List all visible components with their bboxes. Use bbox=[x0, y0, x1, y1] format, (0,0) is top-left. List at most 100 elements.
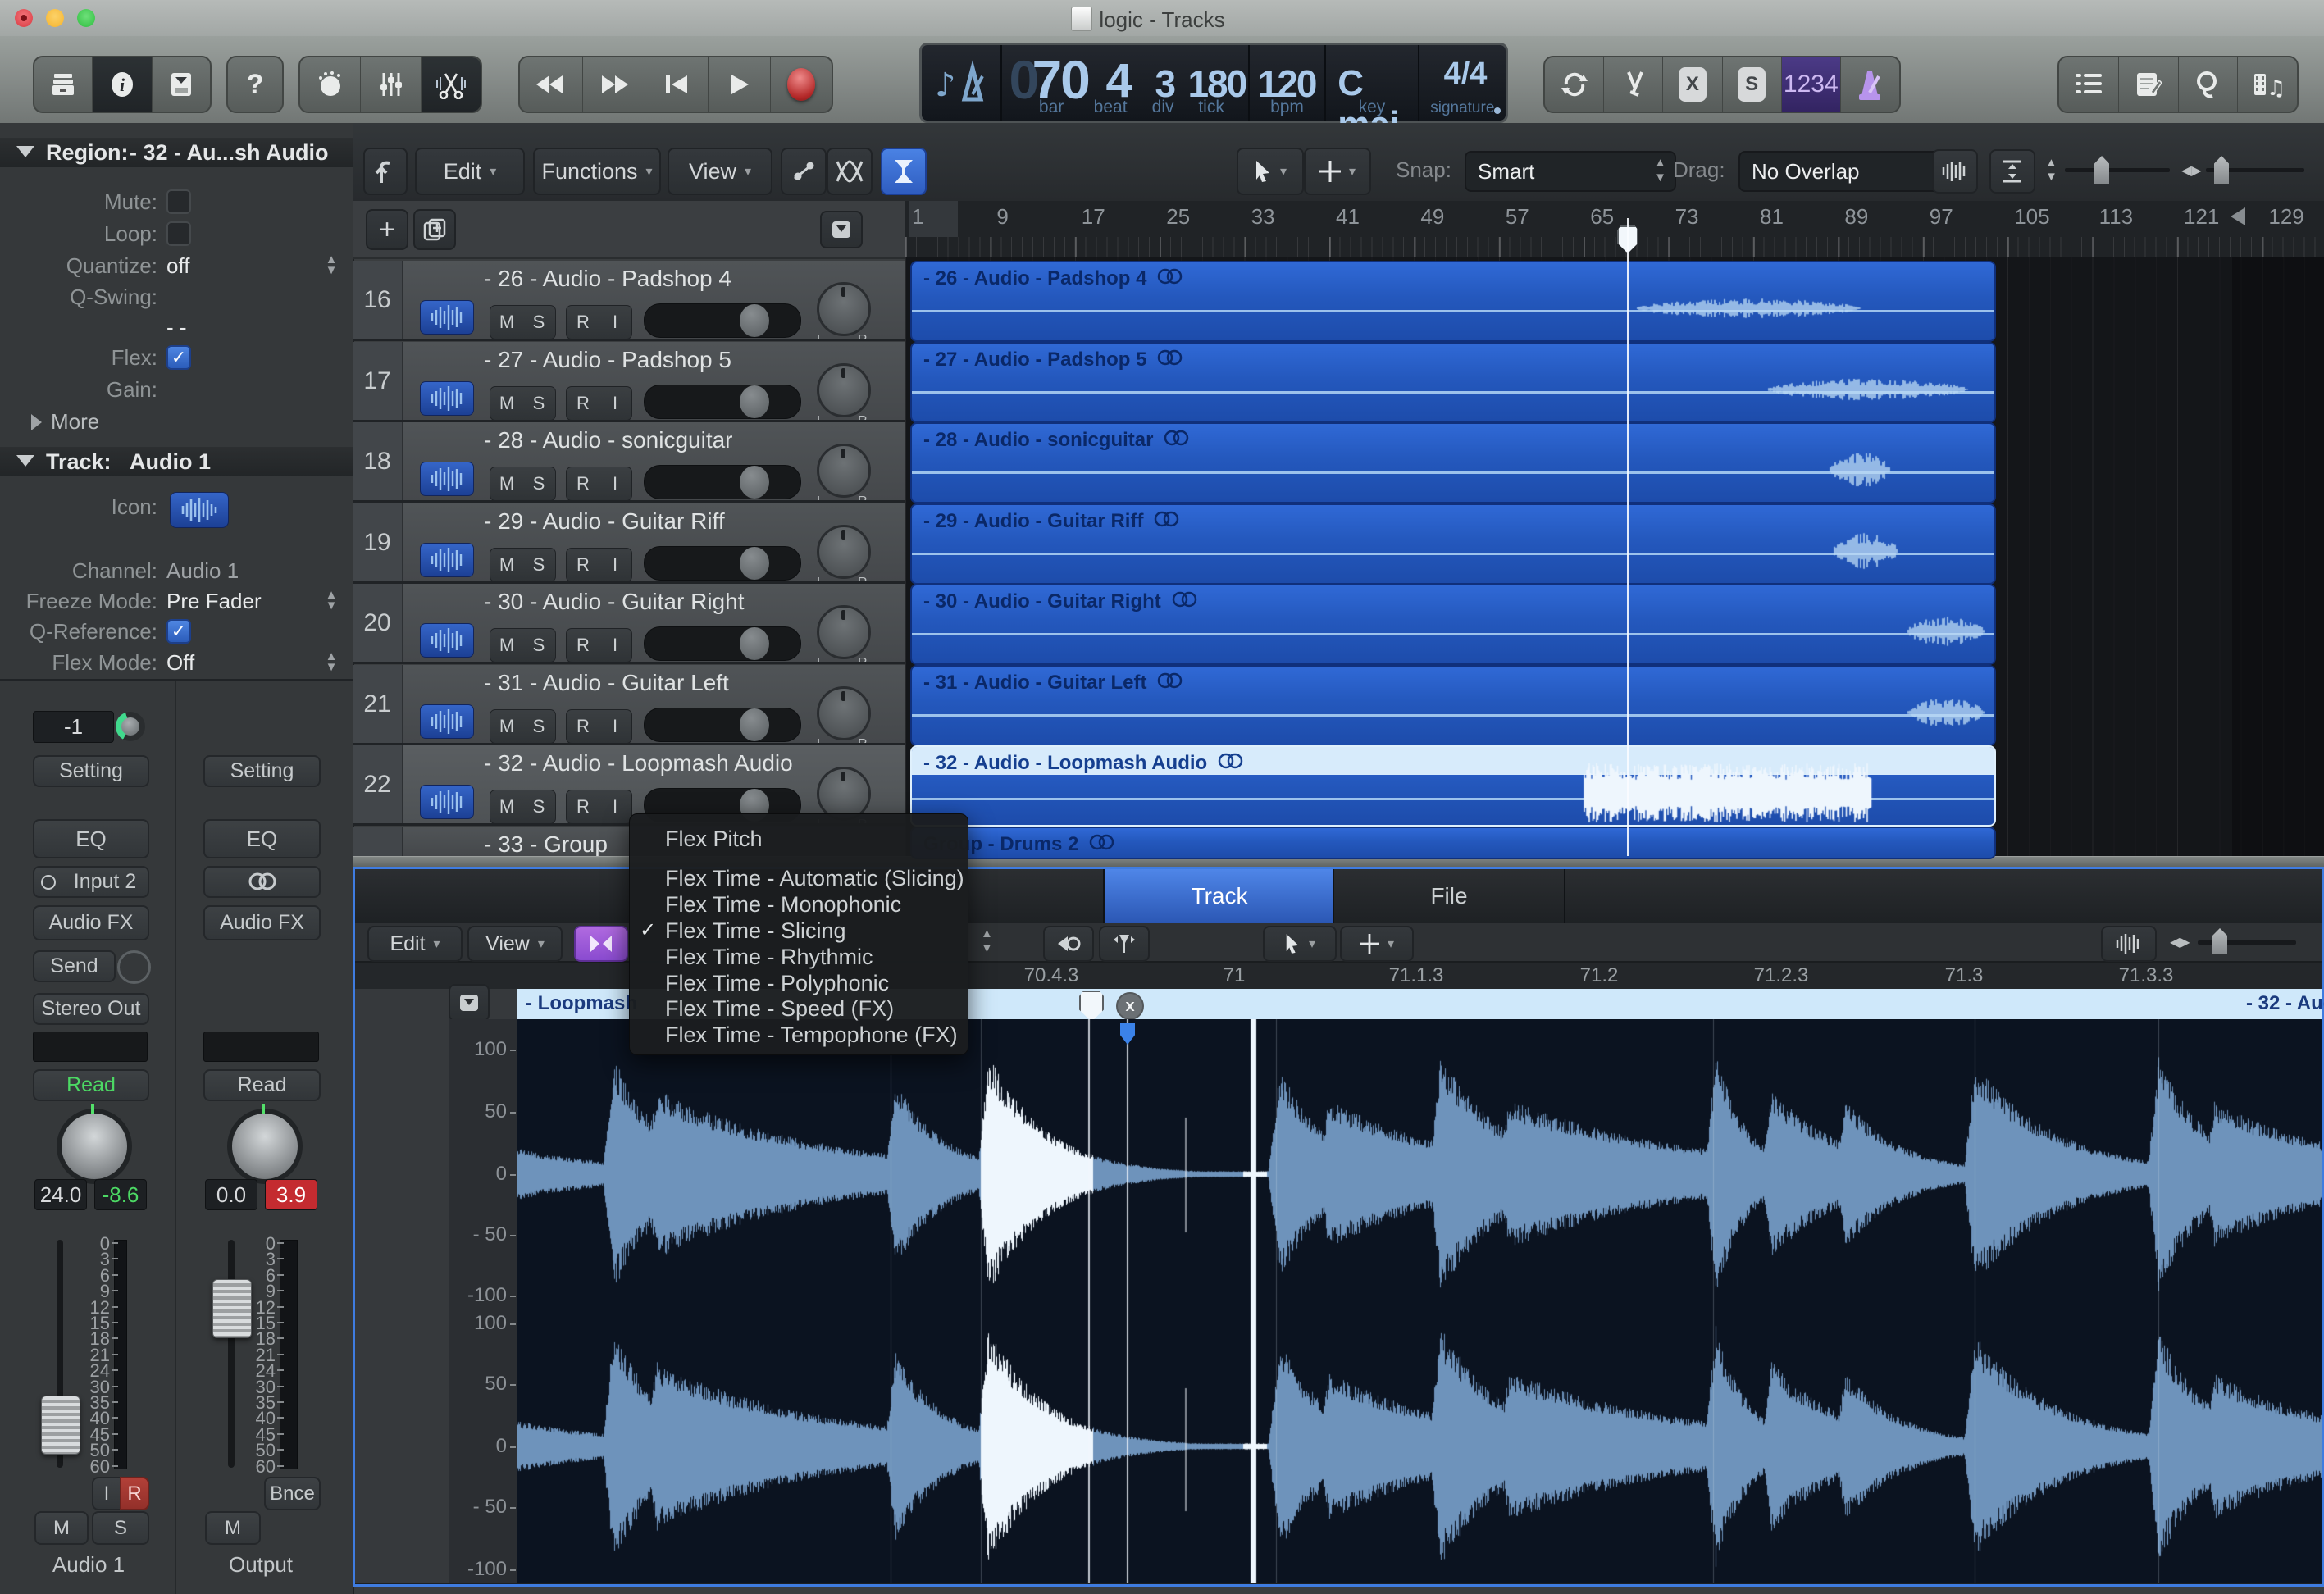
volume-slider-thumb[interactable] bbox=[740, 385, 769, 418]
solo-button[interactable]: S bbox=[522, 305, 556, 339]
audio-region[interactable]: - 30 - Audio - Guitar Right bbox=[910, 584, 1996, 665]
menu-item[interactable]: Flex Time - Tempophone (FX) bbox=[630, 1022, 968, 1048]
end-of-song-marker[interactable] bbox=[2229, 206, 2247, 227]
automation-button[interactable] bbox=[781, 148, 827, 195]
input-monitor-button[interactable]: I bbox=[599, 709, 632, 744]
group-slot-right[interactable] bbox=[203, 1032, 319, 1062]
stop-go-to-begin-icon[interactable] bbox=[645, 57, 709, 112]
track-name[interactable]: - 33 - Group bbox=[484, 831, 608, 858]
add-track-stack-button[interactable] bbox=[413, 209, 456, 250]
tab-file[interactable]: File bbox=[1333, 869, 1565, 923]
lcd-signature-cell[interactable]: 4/4 signature bbox=[1419, 45, 1506, 121]
help-icon[interactable]: ? bbox=[228, 57, 282, 112]
editor-waveform-zoom-button[interactable] bbox=[2101, 926, 2157, 962]
setting-button-right[interactable]: Setting bbox=[203, 755, 321, 787]
record-enable-button[interactable]: R bbox=[120, 1477, 149, 1510]
horizontal-zoom-slider[interactable]: ◀▶ bbox=[2181, 151, 2308, 189]
more-row[interactable]: More bbox=[0, 408, 353, 439]
volume-value-left[interactable]: 24.0 bbox=[34, 1179, 87, 1210]
note-pads-icon[interactable] bbox=[2119, 57, 2179, 112]
mute-button[interactable]: M bbox=[490, 467, 524, 501]
vertical-zoom-button[interactable] bbox=[1989, 149, 2035, 194]
row-value[interactable]: Audio 1 bbox=[166, 558, 239, 584]
input-monitor-button[interactable]: I bbox=[599, 305, 632, 339]
inspector-icon[interactable]: i bbox=[93, 57, 152, 112]
command-tool-button[interactable]: ▾ bbox=[1304, 148, 1371, 195]
row-checkbox[interactable]: ✓ bbox=[166, 345, 191, 370]
peak-value-right[interactable]: 3.9 bbox=[265, 1179, 317, 1210]
row-value[interactable]: Pre Fader bbox=[166, 589, 262, 614]
input-button-left[interactable]: Input 2 bbox=[33, 866, 149, 898]
mixer-icon[interactable] bbox=[361, 57, 422, 112]
input-monitor-button[interactable]: I bbox=[599, 790, 632, 824]
volume-slider-thumb[interactable] bbox=[740, 304, 769, 337]
volume-slider[interactable] bbox=[644, 708, 801, 742]
tuner-icon[interactable] bbox=[1604, 57, 1663, 112]
row-value[interactable]: off bbox=[166, 253, 189, 279]
track-header-row[interactable]: 19- 29 - Audio - Guitar RiffMSRILR bbox=[353, 503, 905, 584]
pointer-tool-button[interactable]: ▾ bbox=[1237, 148, 1304, 195]
track-name[interactable]: - 26 - Audio - Padshop 4 bbox=[484, 266, 731, 292]
setting-button-left[interactable]: Setting bbox=[33, 755, 149, 787]
mute-button[interactable]: M bbox=[490, 305, 524, 339]
volume-slider[interactable] bbox=[644, 465, 801, 499]
track-inspector-header[interactable]: Track: Audio 1 bbox=[0, 447, 353, 476]
audio-region[interactable]: - 29 - Audio - Guitar Riff bbox=[910, 503, 1996, 585]
row-value[interactable]: Off bbox=[166, 650, 194, 676]
waveform-zoom-button[interactable] bbox=[1932, 149, 1978, 194]
volume-slider[interactable] bbox=[644, 385, 801, 419]
loop-browser-icon[interactable] bbox=[2179, 57, 2239, 112]
rewind-icon[interactable] bbox=[520, 57, 583, 112]
list-editors-icon[interactable] bbox=[2059, 57, 2119, 112]
slider-thumb[interactable] bbox=[2094, 156, 2109, 184]
row-checkbox[interactable]: ✓ bbox=[166, 619, 191, 644]
row-checkbox[interactable] bbox=[166, 189, 191, 214]
vertical-zoom-slider[interactable]: ▲▼ bbox=[2044, 151, 2175, 189]
flex-marker-button[interactable] bbox=[1099, 926, 1150, 962]
automation-mode-left[interactable]: Read bbox=[33, 1069, 149, 1101]
solo-button[interactable]: S bbox=[522, 790, 556, 824]
track-icon[interactable] bbox=[420, 623, 474, 658]
add-track-button[interactable]: + bbox=[366, 209, 408, 250]
snap-popup[interactable]: Smart▲▼ bbox=[1465, 151, 1676, 192]
lcd-tempo-cell[interactable]: 120 bpm bbox=[1250, 45, 1326, 121]
editor-waveform-area[interactable] bbox=[517, 1019, 2322, 1583]
solo-button[interactable]: S bbox=[522, 548, 556, 582]
smart-controls-icon[interactable] bbox=[300, 57, 361, 112]
group-slot-left[interactable] bbox=[33, 1032, 148, 1062]
row-checkbox[interactable] bbox=[166, 221, 191, 246]
library-icon[interactable] bbox=[34, 57, 93, 112]
audio-region[interactable]: Group - Drums 2 bbox=[910, 827, 1996, 859]
solo-button[interactable]: S bbox=[522, 709, 556, 744]
record-enable-button[interactable]: R bbox=[566, 305, 600, 339]
fader-thumb-right[interactable] bbox=[212, 1279, 252, 1338]
output-button[interactable]: Stereo Out bbox=[33, 993, 149, 1025]
solo-button[interactable]: S bbox=[522, 628, 556, 663]
slider-thumb[interactable] bbox=[2214, 156, 2229, 184]
arrange-menu-edit[interactable]: Edit▾ bbox=[415, 148, 525, 195]
tab-track[interactable]: Track bbox=[1103, 869, 1334, 923]
eq-button-left[interactable]: EQ bbox=[33, 819, 149, 858]
volume-slider-thumb[interactable] bbox=[740, 466, 769, 499]
region-inspector-header[interactable]: Region: - 32 - Au...sh Audio bbox=[0, 138, 353, 167]
solo-button-left[interactable]: S bbox=[92, 1511, 149, 1545]
audio-fx-button-right[interactable]: Audio FX bbox=[203, 905, 321, 940]
forward-icon[interactable] bbox=[583, 57, 646, 112]
menu-item[interactable]: Flex Time - Polyphonic bbox=[630, 970, 968, 996]
volume-slider-thumb[interactable] bbox=[740, 708, 769, 741]
pan-knob[interactable] bbox=[817, 686, 871, 740]
menu-item[interactable]: Flex Time - Rhythmic bbox=[630, 944, 968, 970]
peak-value-left[interactable]: -8.6 bbox=[94, 1179, 147, 1210]
pan-knob-right[interactable] bbox=[227, 1109, 303, 1184]
record-enable-button[interactable]: R bbox=[566, 790, 600, 824]
volume-slider-thumb[interactable] bbox=[740, 627, 769, 660]
fader-rail-right[interactable] bbox=[228, 1240, 235, 1468]
track-name[interactable]: - 30 - Audio - Guitar Right bbox=[484, 589, 744, 615]
mute-button[interactable]: M bbox=[490, 386, 524, 421]
crossfade-button[interactable] bbox=[827, 148, 873, 195]
menu-item[interactable]: ✓Flex Time - Slicing bbox=[630, 918, 968, 944]
editor-flex-button[interactable] bbox=[574, 926, 628, 962]
track-name[interactable]: - 31 - Audio - Guitar Left bbox=[484, 670, 729, 696]
menu-item[interactable]: Flex Time - Monophonic bbox=[630, 891, 968, 918]
media-browser-toggle-icon[interactable] bbox=[153, 57, 210, 112]
